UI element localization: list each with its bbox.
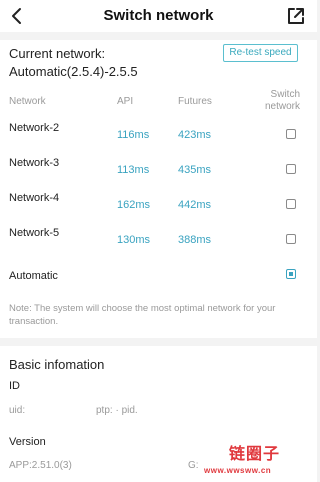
- network-row-futures: 442ms: [178, 199, 212, 211]
- network-note: Note: The system will choose the most op…: [9, 303, 276, 327]
- column-header-api: API: [117, 96, 134, 107]
- page-title: Switch network: [103, 7, 214, 24]
- column-header-switch: Switch network: [264, 89, 300, 112]
- network-row-name[interactable]: Network-5: [9, 227, 59, 239]
- network-row-futures: 388ms: [178, 234, 212, 246]
- uid-value: uid:: [9, 405, 26, 416]
- version-label: Version: [9, 436, 46, 448]
- network-card: Current network: Automatic(2.5.4)-2.5.5 …: [0, 40, 317, 338]
- network-row-futures: 435ms: [178, 164, 212, 176]
- column-header-futures: Futures: [178, 96, 212, 107]
- external-link-icon[interactable]: [285, 5, 307, 27]
- network-row-api: 162ms: [117, 199, 151, 211]
- automatic-label[interactable]: Automatic: [9, 270, 58, 282]
- network-row-name[interactable]: Network-3: [9, 157, 59, 169]
- network-row-name[interactable]: Network-4: [9, 192, 59, 204]
- current-network-label: Current network:: [9, 46, 106, 61]
- network-3-checkbox[interactable]: [286, 164, 296, 174]
- id-label: ID: [9, 380, 20, 392]
- column-header-network: Network: [9, 96, 46, 107]
- network-4-checkbox[interactable]: [286, 199, 296, 209]
- ptp-value: ptp: · pid.: [96, 405, 138, 416]
- automatic-checkbox[interactable]: [286, 269, 296, 279]
- watermark-logo: 链圈子: [229, 446, 281, 463]
- current-network-value: Automatic(2.5.4)-2.5.5: [9, 64, 138, 79]
- app-version-value: APP:2.51.0(3): [9, 460, 72, 471]
- network-5-checkbox[interactable]: [286, 234, 296, 244]
- network-row-api: 130ms: [117, 234, 151, 246]
- g-value: G:: [188, 460, 199, 471]
- basic-info-title: Basic infomation: [9, 357, 105, 372]
- network-row-name[interactable]: Network-2: [9, 122, 59, 134]
- network-2-checkbox[interactable]: [286, 129, 296, 139]
- network-row-api: 113ms: [117, 164, 150, 176]
- network-row-api: 116ms: [117, 129, 150, 141]
- top-bar: Switch network: [0, 0, 317, 32]
- retest-speed-button[interactable]: Re-test speed: [223, 44, 298, 62]
- watermark-url: www.wwsww.cn: [204, 466, 272, 475]
- network-row-futures: 423ms: [178, 129, 212, 141]
